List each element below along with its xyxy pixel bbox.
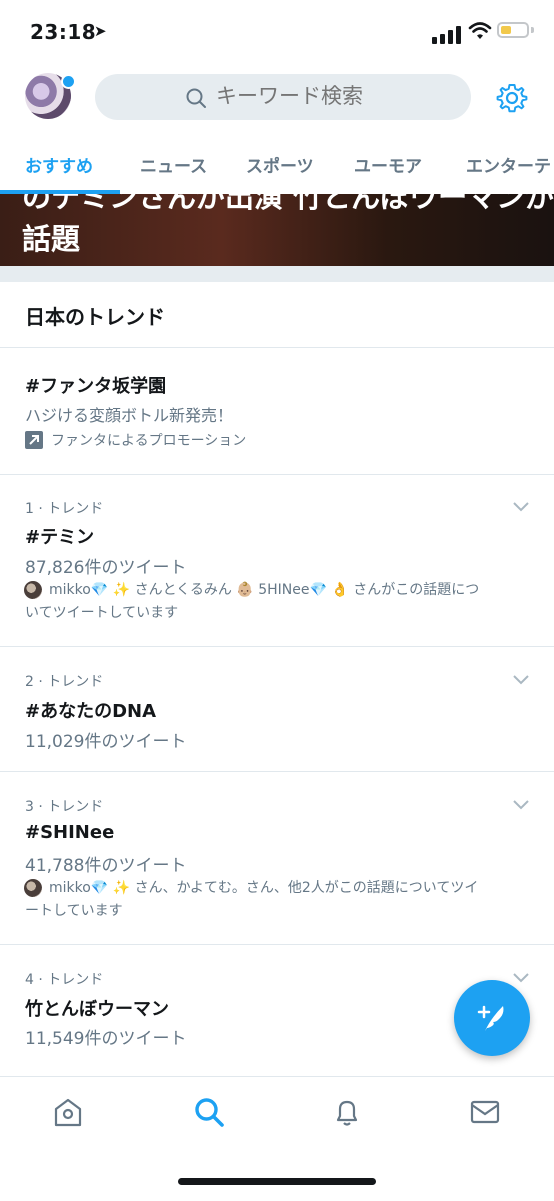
avatar bbox=[24, 581, 42, 599]
trend-title: #テミン bbox=[25, 527, 95, 548]
section-title: 日本のトレンド bbox=[25, 305, 165, 329]
promoted-description: ハジける変顔ボトル新発売！ bbox=[25, 406, 234, 425]
compose-feather-icon bbox=[477, 1005, 504, 1031]
chevron-down-icon[interactable] bbox=[513, 973, 529, 983]
tab-humor[interactable]: ユーモア bbox=[354, 152, 422, 177]
tweet-count: 41,788件のツイート bbox=[25, 856, 187, 876]
hero-headline-line1: のテミンさんが出演 竹とんぼウーマンが bbox=[22, 194, 554, 214]
tab-sports[interactable]: スポーツ bbox=[246, 152, 314, 177]
home-indicator bbox=[178, 1178, 376, 1185]
status-bar: 23:18 ➤ bbox=[0, 0, 554, 70]
trend-context: mikko💎 ✨ さんとくるみん 👶🏼 5HINee💎 👌 さんがこの話題につ bbox=[49, 582, 480, 598]
tab-entertainment[interactable]: エンターテ bbox=[466, 152, 551, 177]
signal-icon bbox=[432, 24, 462, 44]
search-input[interactable] bbox=[216, 84, 456, 108]
notifications-icon[interactable] bbox=[331, 1096, 363, 1128]
search-icon[interactable] bbox=[193, 1096, 225, 1128]
promoted-label: ファンタによるプロモーション bbox=[51, 433, 247, 449]
promoted-icon bbox=[25, 431, 43, 449]
trend-rank: 1 · トレンド bbox=[25, 501, 104, 517]
messages-icon[interactable] bbox=[469, 1096, 501, 1128]
hero-headline-line2: 話題 bbox=[22, 222, 81, 256]
tab-recommended[interactable]: おすすめ bbox=[25, 152, 93, 177]
trend-title: #SHINee bbox=[25, 822, 115, 843]
tab-news[interactable]: ニュース bbox=[140, 152, 207, 177]
tweet-count: 11,029件のツイート bbox=[25, 732, 187, 752]
hero-banner[interactable]: のテミンさんが出演 竹とんぼウーマンが 話題 bbox=[0, 194, 554, 266]
chevron-down-icon[interactable] bbox=[513, 800, 529, 810]
search-icon bbox=[186, 88, 206, 108]
trend-title: 竹とんぼウーマン bbox=[25, 999, 169, 1020]
trend-context-cont: いてツイートしています bbox=[25, 605, 179, 621]
wifi-icon bbox=[468, 22, 492, 39]
tweet-count: 87,826件のツイート bbox=[25, 558, 187, 578]
trend-rank: 3 · トレンド bbox=[25, 799, 104, 815]
trend-context-cont: ートしています bbox=[25, 903, 123, 919]
trend-title: #あなたのDNA bbox=[25, 701, 157, 722]
chevron-down-icon[interactable] bbox=[513, 502, 529, 512]
chevron-down-icon[interactable] bbox=[513, 675, 529, 685]
notification-dot bbox=[61, 74, 76, 89]
status-time: 23:18 bbox=[30, 20, 97, 44]
avatar bbox=[24, 879, 42, 897]
battery-tip bbox=[531, 27, 534, 33]
location-icon: ➤ bbox=[94, 22, 107, 40]
tweet-count: 11,549件のツイート bbox=[25, 1029, 187, 1049]
trend-rank: 2 · トレンド bbox=[25, 674, 104, 690]
gear-icon[interactable] bbox=[496, 82, 528, 114]
battery-icon bbox=[497, 22, 529, 38]
trend-rank: 4 · トレンド bbox=[25, 972, 104, 988]
section-separator bbox=[0, 266, 554, 282]
trend-context: mikko💎 ✨ さん、かよてむ。さん、他2人がこの話題についてツイ bbox=[49, 880, 479, 896]
promoted-title: #ファンタ坂学園 bbox=[25, 376, 167, 397]
home-icon[interactable] bbox=[52, 1096, 84, 1128]
